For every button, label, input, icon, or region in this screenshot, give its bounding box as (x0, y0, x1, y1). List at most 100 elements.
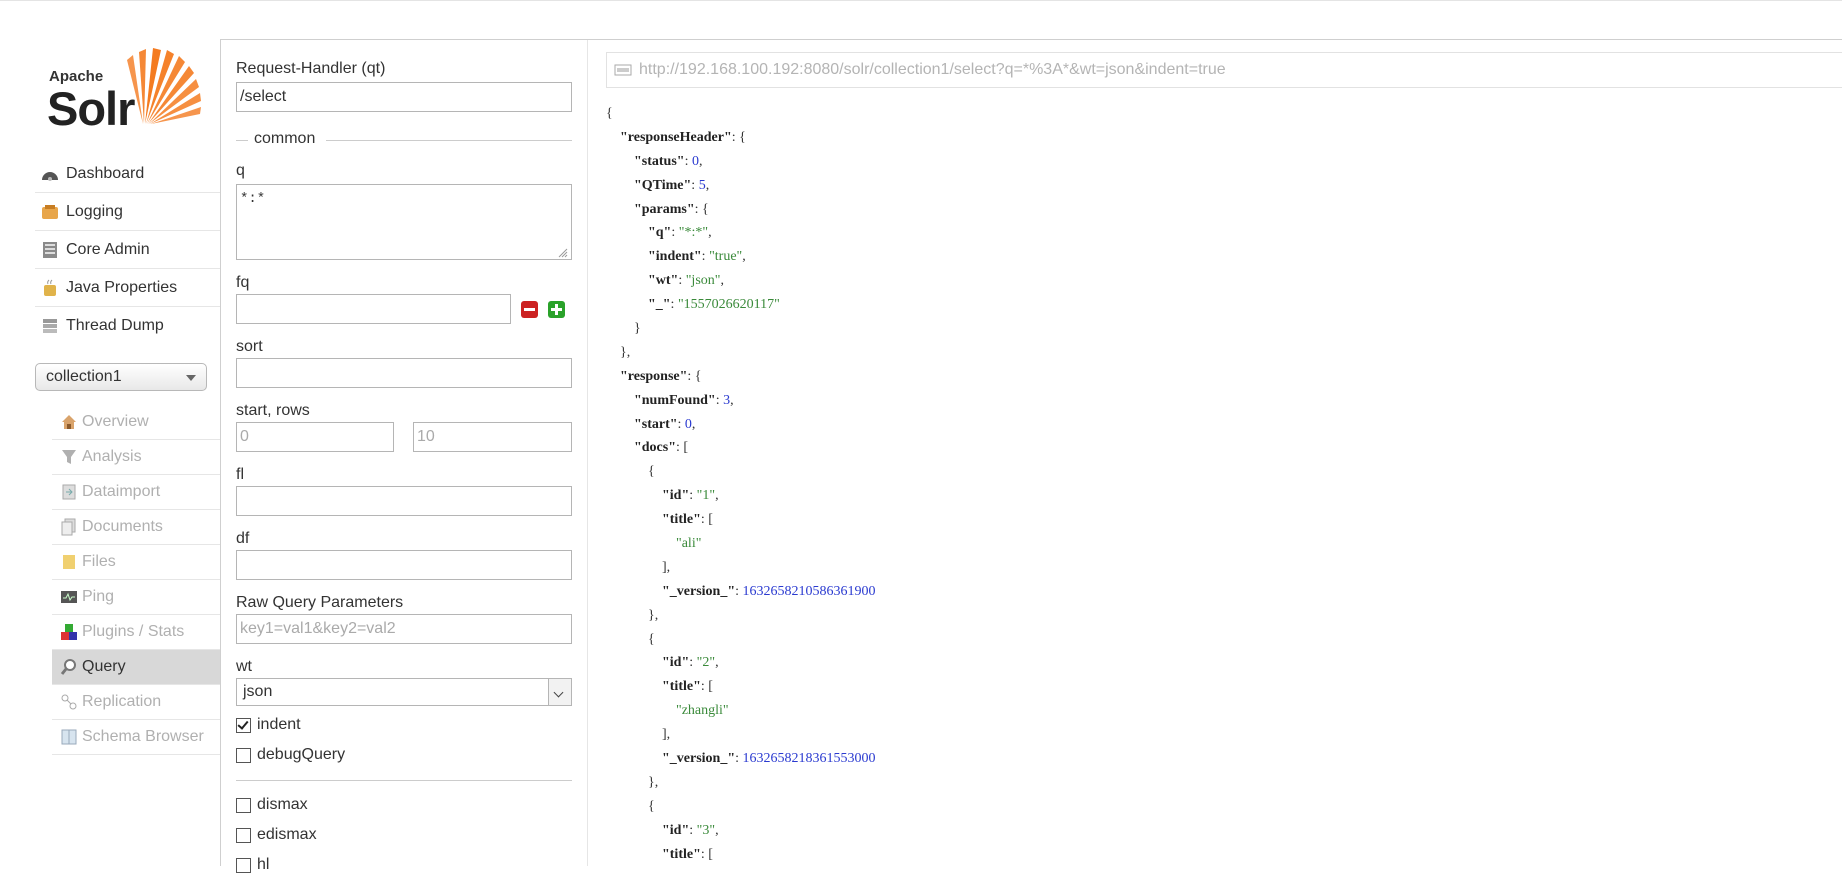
json-line: "response": { (606, 365, 876, 389)
main-nav: Dashboard Logging Core Admin Java Proper… (35, 155, 220, 344)
top-border (0, 0, 1842, 1)
core-menu-item-files[interactable]: Files (52, 545, 220, 580)
core-selector-value: collection1 (46, 368, 122, 385)
start-input[interactable] (236, 422, 394, 452)
json-punct: }, (620, 344, 631, 360)
json-punct: : (735, 751, 743, 767)
core-menu-item-query[interactable]: Query (52, 650, 220, 685)
debugquery-checkbox[interactable]: debugQuery (236, 746, 345, 764)
nav-item-thread-dump[interactable]: Thread Dump (35, 307, 220, 344)
json-number: 0 (691, 153, 699, 169)
wt-dropdown-button[interactable] (548, 679, 571, 705)
edismax-checkbox-box[interactable] (236, 827, 251, 843)
request-url-bar[interactable]: http://192.168.100.192:8080/solr/collect… (606, 52, 1842, 88)
json-number: 1632658218361553000 (742, 751, 876, 767)
nav-item-java-properties[interactable]: Java Properties (35, 269, 220, 307)
json-line: "wt": "json", (606, 269, 876, 293)
core-menu-item-documents[interactable]: Documents (52, 510, 220, 545)
core-menu-item-overview[interactable]: Overview (52, 405, 220, 440)
core-selector[interactable]: collection1 (35, 363, 207, 391)
hl-checkbox-box[interactable] (236, 857, 251, 873)
json-punct: { (648, 798, 655, 814)
form-divider (587, 40, 588, 866)
json-line: "ali" (606, 532, 876, 556)
remove-fq-button[interactable] (521, 301, 538, 318)
q-input[interactable]: *:* (236, 184, 572, 260)
debugquery-checkbox-box[interactable] (236, 747, 251, 763)
core-menu-item-dataimport[interactable]: Dataimport (52, 475, 220, 510)
nav-item-dashboard[interactable]: Dashboard (35, 155, 220, 193)
link-icon (614, 64, 632, 76)
json-string: "json" (685, 273, 721, 289)
query-icon (60, 658, 78, 676)
json-punct: , (715, 655, 719, 671)
core-menu-label: Files (82, 553, 116, 570)
json-line: "numFound": 3, (606, 389, 876, 413)
nav-item-logging[interactable]: Logging (35, 193, 220, 231)
dismax-checkbox-box[interactable] (236, 797, 251, 813)
java-properties-icon (40, 279, 60, 297)
nav-item-core-admin[interactable]: Core Admin (35, 231, 220, 269)
json-line: "status": 0, (606, 150, 876, 174)
sort-input[interactable] (236, 358, 572, 388)
minus-icon (524, 308, 535, 311)
json-line: "params": { (606, 198, 876, 222)
json-string: "1557026620117" (677, 297, 780, 313)
add-fq-button[interactable] (548, 301, 565, 318)
json-punct: , (715, 822, 719, 838)
json-punct: : (735, 583, 743, 599)
json-number: 1632658210586361900 (742, 583, 876, 599)
hl-checkbox[interactable]: hl (236, 856, 269, 874)
json-line: "responseHeader": { (606, 126, 876, 150)
fq-input[interactable] (236, 294, 511, 324)
json-key: "status" (634, 153, 685, 169)
json-punct: , (715, 488, 719, 504)
json-key: "docs" (634, 440, 676, 456)
json-line: "title": [ (606, 508, 876, 532)
documents-icon (60, 518, 78, 536)
rows-input[interactable] (413, 422, 572, 452)
json-string: "true" (709, 249, 743, 265)
edismax-checkbox[interactable]: edismax (236, 826, 317, 844)
json-key: "id" (662, 655, 690, 671)
legend-line-left (236, 140, 248, 141)
resize-grip-icon[interactable] (558, 248, 568, 258)
json-punct: : (678, 273, 686, 289)
json-line: "docs": [ (606, 436, 876, 460)
indent-checkbox-box[interactable] (236, 717, 251, 733)
core-menu-item-schema-browser[interactable]: Schema Browser (52, 720, 220, 755)
nav-item-label: Logging (66, 202, 123, 220)
json-key: "title" (662, 846, 701, 862)
json-punct: : (671, 225, 679, 241)
core-menu-item-ping[interactable]: Ping (52, 580, 220, 615)
json-key: "indent" (648, 249, 702, 265)
df-input[interactable] (236, 550, 572, 580)
wt-select[interactable]: json (236, 678, 572, 706)
json-punct: : (689, 488, 697, 504)
core-menu-label: Overview (82, 413, 149, 430)
chevron-down-icon (186, 375, 196, 381)
indent-checkbox[interactable]: indent (236, 716, 301, 734)
hl-checkbox-label: hl (257, 856, 270, 873)
core-menu-item-analysis[interactable]: Analysis (52, 440, 220, 475)
json-line: }, (606, 604, 876, 628)
qt-input[interactable] (236, 82, 572, 112)
json-punct: : (701, 249, 710, 265)
nav-item-label: Thread Dump (66, 316, 164, 334)
fq-label: fq (236, 274, 250, 291)
sun-rays-icon (127, 48, 201, 124)
raw-params-input[interactable] (236, 614, 572, 644)
core-menu-item-replication[interactable]: Replication (52, 685, 220, 720)
debugquery-checkbox-label: debugQuery (257, 746, 346, 763)
fl-input[interactable] (236, 486, 572, 516)
solr-logo[interactable]: Apache Solr (47, 46, 207, 136)
common-legend-text: common (254, 130, 316, 147)
indent-checkbox-label: indent (257, 716, 301, 733)
core-menu-label: Ping (82, 588, 115, 605)
json-punct: : (715, 392, 724, 408)
request-url[interactable]: http://192.168.100.192:8080/solr/collect… (639, 61, 1226, 79)
core-menu-item-plugins-stats[interactable]: Plugins / Stats (52, 615, 220, 650)
fl-label: fl (236, 466, 244, 483)
json-punct: : [ (700, 512, 713, 528)
dismax-checkbox[interactable]: dismax (236, 796, 308, 814)
